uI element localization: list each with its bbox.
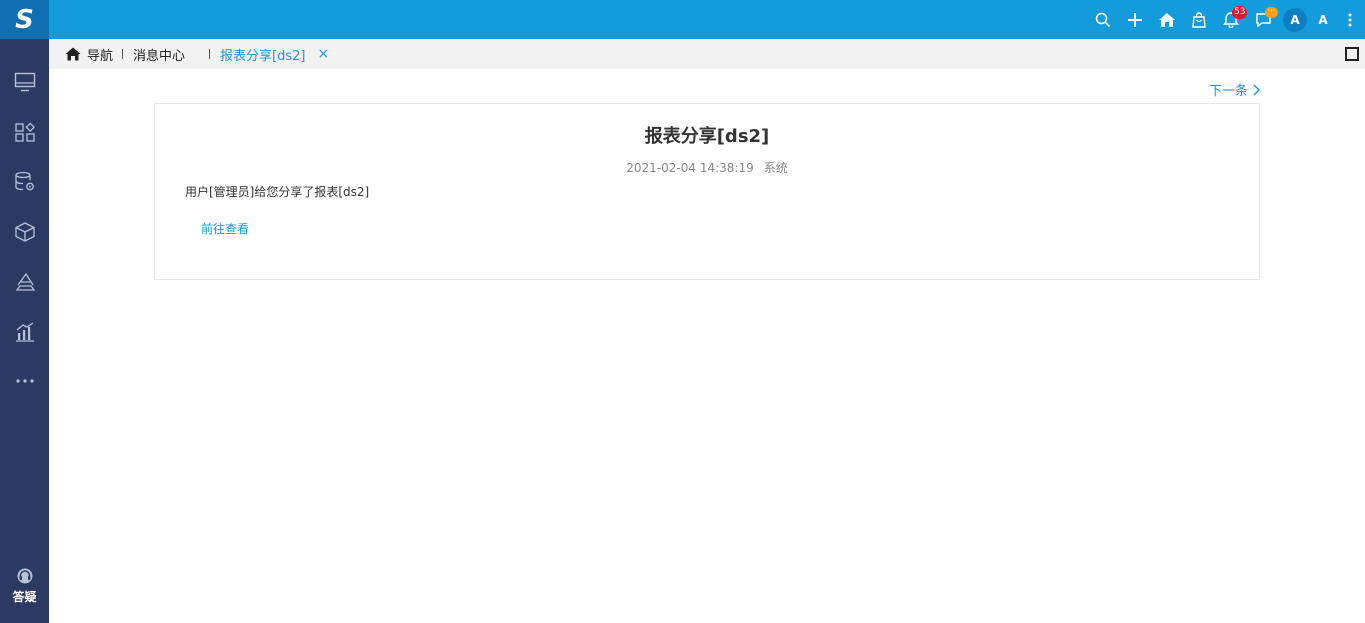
more-vertical-icon <box>1348 13 1352 26</box>
maximize-button[interactable] <box>1345 47 1359 61</box>
sidebar: 答疑 <box>0 39 49 623</box>
tab-report-share-label: 报表分享[ds2] <box>220 48 306 64</box>
close-icon[interactable]: × <box>317 46 329 62</box>
user-name-button[interactable]: A <box>1311 0 1335 39</box>
layers-icon <box>15 272 35 291</box>
cube-icon <box>14 222 35 242</box>
chart-icon <box>15 322 34 342</box>
chevron-right-icon <box>1253 84 1261 95</box>
messages-button[interactable]: ··· <box>1247 0 1279 39</box>
user-avatar-button[interactable]: A <box>1279 0 1311 39</box>
notification-count-badge: 53 <box>1232 6 1248 19</box>
tab-divider <box>209 49 210 59</box>
bag-button[interactable] <box>1183 0 1215 39</box>
tab-navigation-label: 导航 <box>87 48 114 64</box>
message-datetime: 2021-02-04 14:38:19 <box>626 161 754 175</box>
tab-report-share[interactable]: 报表分享[ds2] × <box>220 39 329 69</box>
plus-icon <box>1128 12 1142 27</box>
view-report-link[interactable]: 前往查看 <box>201 220 249 237</box>
help-label: 答疑 <box>12 590 37 604</box>
next-message-link[interactable]: 下一条 <box>1209 80 1261 99</box>
database-gear-icon <box>14 171 34 191</box>
message-body: 用户[管理员]给您分享了报表[ds2] <box>185 185 370 199</box>
sidebar-item-apps[interactable] <box>0 112 49 152</box>
monitor-icon <box>14 72 35 92</box>
home-icon <box>1159 12 1175 27</box>
sidebar-item-layers[interactable] <box>0 262 49 302</box>
user-name: A <box>1318 12 1328 27</box>
bag-icon <box>1192 11 1206 28</box>
tab-divider <box>122 49 123 59</box>
tab-message-center[interactable]: 消息中心 <box>133 39 185 69</box>
sidebar-item-dashboard[interactable] <box>0 62 49 102</box>
top-bar: S 53 ··· A A <box>0 0 1365 39</box>
tab-message-center-label: 消息中心 <box>133 48 186 64</box>
logo-letter: S <box>15 4 34 35</box>
top-toolbar: 53 ··· A A <box>1087 0 1365 39</box>
chat-badge: ··· <box>1265 7 1278 18</box>
notifications-button[interactable]: 53 <box>1215 0 1248 39</box>
headset-icon <box>17 568 32 584</box>
home-button[interactable] <box>1151 0 1183 39</box>
message-title: 报表分享[ds2] <box>644 126 770 147</box>
next-message-label: 下一条 <box>1209 84 1249 99</box>
sidebar-item-data-source[interactable] <box>0 162 49 202</box>
sidebar-item-analysis[interactable] <box>0 312 49 352</box>
tab-bar: 导航 消息中心 报表分享[ds2] × <box>49 39 1365 69</box>
tab-navigation[interactable]: 导航 <box>65 39 113 69</box>
more-icon <box>15 379 34 383</box>
message-card: 报表分享[ds2] 2021-02-04 14:38:19 系统 用户[管理员]给… <box>154 103 1260 280</box>
apps-icon <box>14 122 35 142</box>
home-icon <box>65 47 81 61</box>
sidebar-item-more[interactable] <box>0 361 49 401</box>
message-sender: 系统 <box>763 161 788 175</box>
app-logo[interactable]: S <box>0 0 49 39</box>
sidebar-item-model[interactable] <box>0 212 49 252</box>
search-icon <box>1095 12 1111 27</box>
message-meta: 2021-02-04 14:38:19 系统 <box>155 159 1259 176</box>
sidebar-help[interactable]: 答疑 <box>0 567 49 617</box>
more-menu-button[interactable] <box>1335 0 1365 39</box>
add-button[interactable] <box>1119 0 1151 39</box>
search-button[interactable] <box>1087 0 1119 39</box>
avatar: A <box>1283 7 1307 32</box>
